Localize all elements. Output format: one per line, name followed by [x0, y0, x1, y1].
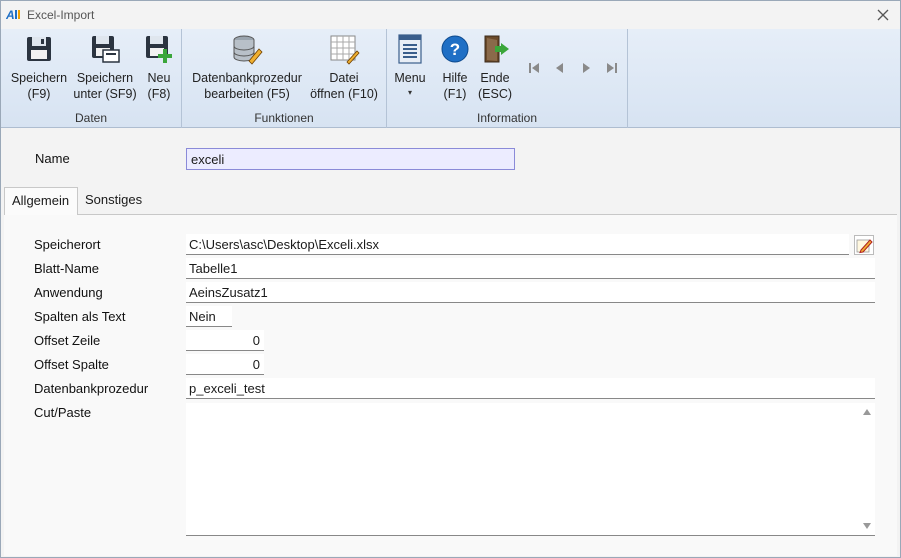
blatt-name-input[interactable]: Tabelle1: [186, 258, 875, 279]
spreadsheet-icon: [330, 35, 360, 65]
datenbankprozedur-input[interactable]: p_exceli_test: [186, 378, 875, 399]
scroll-down-icon[interactable]: [862, 521, 872, 531]
help-button[interactable]: ? Hilfe (F1): [437, 33, 473, 102]
name-input[interactable]: exceli: [186, 148, 515, 170]
offset-zeile-label: Offset Zeile: [34, 333, 101, 348]
last-record-icon[interactable]: [605, 61, 619, 75]
name-label: Name: [35, 151, 70, 166]
datenbankprozedur-label: Datenbankprozedur: [34, 381, 149, 396]
help-button-label-1: Hilfe: [442, 71, 468, 85]
open-file-button-label-2: öffnen (F10): [310, 87, 378, 101]
db-procedure-button[interactable]: Datenbankprozedur bearbeiten (F5): [188, 33, 306, 102]
end-button-label-2: (ESC): [477, 87, 513, 101]
scroll-up-icon[interactable]: [862, 407, 872, 417]
exit-door-icon: [484, 35, 509, 63]
svg-text:A: A: [6, 8, 15, 21]
offset-spalte-label: Offset Spalte: [34, 357, 109, 372]
save-button[interactable]: Speichern (F9): [7, 33, 71, 102]
save-button-label-2: (F9): [27, 87, 51, 101]
end-button[interactable]: Ende (ESC): [476, 33, 514, 102]
new-record-icon: [146, 36, 172, 63]
open-file-button[interactable]: Datei öffnen (F10): [307, 33, 381, 102]
menu-button[interactable]: Menu ▾: [393, 33, 427, 98]
spalten-als-text-select[interactable]: Nein: [186, 306, 232, 327]
menu-list-icon: [398, 34, 422, 64]
db-procedure-button-label-2: bearbeiten (F5): [204, 87, 290, 101]
edit-path-button[interactable]: [854, 235, 874, 255]
anwendung-input[interactable]: AeinsZusatz1: [186, 282, 875, 303]
tab-allgemein[interactable]: Allgemein: [4, 187, 78, 215]
open-file-button-label-1: Datei: [329, 71, 359, 85]
speicherort-label: Speicherort: [34, 237, 101, 252]
window-title: Excel-Import: [27, 8, 95, 22]
svg-text:?: ?: [450, 40, 460, 59]
cut-paste-label: Cut/Paste: [34, 405, 92, 420]
app-logo-icon: A: [6, 8, 20, 21]
vertical-scrollbar[interactable]: [859, 403, 875, 535]
cut-paste-textarea[interactable]: [186, 403, 875, 536]
blatt-name-label: Blatt-Name: [34, 261, 100, 276]
spalten-als-text-label: Spalten als Text: [34, 309, 126, 324]
offset-zeile-input[interactable]: 0: [186, 330, 264, 351]
first-record-icon[interactable]: [527, 61, 541, 75]
pencil-edit-icon: [856, 239, 873, 254]
new-button[interactable]: Neu (F8): [141, 33, 177, 102]
new-button-label-1: Neu: [147, 71, 171, 85]
help-icon: ?: [441, 35, 469, 63]
menu-button-label: Menu: [394, 71, 426, 85]
db-procedure-button-label-1: Datenbankprozedur: [192, 71, 302, 85]
title-bar: A Excel-Import: [1, 1, 900, 29]
floppy-disk-icon: [27, 37, 51, 61]
save-button-label-1: Speichern: [10, 71, 68, 85]
group-label-daten: Daten: [74, 111, 108, 125]
ribbon-group-funktionen: Datenbankprozedur bearbeiten (F5) Datei …: [182, 29, 387, 128]
excel-import-window: A Excel-Import Speichern (F9) Speichern …: [0, 0, 901, 558]
previous-record-icon[interactable]: [553, 61, 567, 75]
save-as-button[interactable]: Speichern unter (SF9): [72, 33, 138, 102]
ribbon-group-information: Menu ▾ ? Hilfe (F1) Ende (ESC) Informati…: [387, 29, 628, 128]
database-edit-icon: [233, 35, 263, 65]
ribbon-toolbar: Speichern (F9) Speichern unter (SF9) Neu…: [1, 29, 900, 128]
speicherort-input[interactable]: C:\Users\asc\Desktop\Exceli.xlsx: [186, 234, 849, 255]
new-button-label-2: (F8): [147, 87, 171, 101]
save-as-button-label-1: Speichern: [76, 71, 134, 85]
close-button[interactable]: [872, 4, 894, 26]
end-button-label-1: Ende: [480, 71, 510, 85]
save-as-button-label-2: unter (SF9): [73, 87, 137, 101]
close-icon: [877, 9, 889, 21]
help-button-label-2: (F1): [443, 87, 467, 101]
anwendung-label: Anwendung: [34, 285, 103, 300]
ribbon-group-daten: Speichern (F9) Speichern unter (SF9) Neu…: [1, 29, 182, 128]
group-label-funktionen: Funktionen: [254, 111, 314, 125]
next-record-icon[interactable]: [579, 61, 593, 75]
menu-dropdown-arrow-icon: ▾: [407, 88, 412, 97]
save-as-icon: [92, 36, 120, 63]
group-label-information: Information: [476, 111, 538, 125]
tab-sonstiges[interactable]: Sonstiges: [78, 187, 154, 214]
offset-spalte-input[interactable]: 0: [186, 354, 264, 375]
